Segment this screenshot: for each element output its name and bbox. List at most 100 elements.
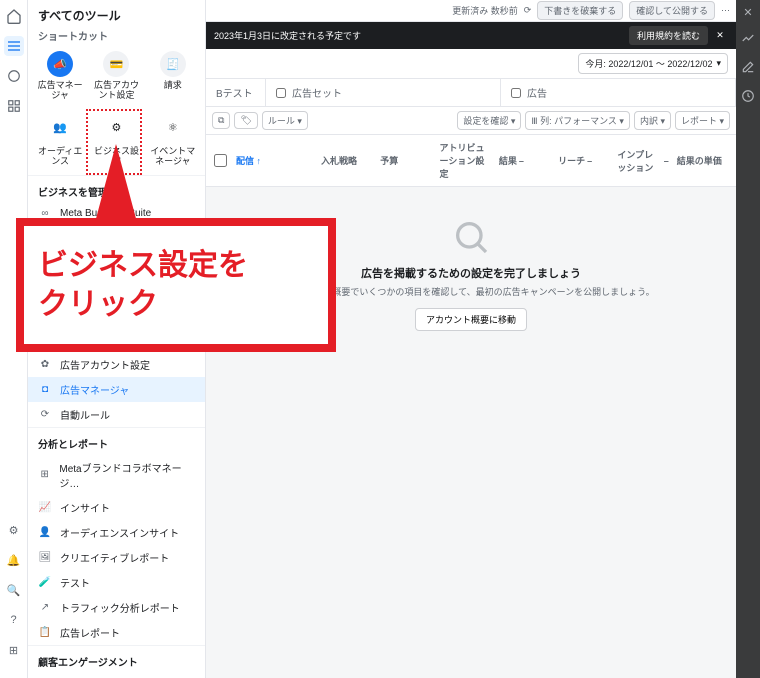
menu-item-icon: 🧪 — [38, 577, 52, 588]
menu-item-label: Metaブランドコラボマネージ… — [59, 460, 195, 490]
menu-item[interactable]: 🧪 テスト — [28, 570, 205, 595]
empty-subtitle: アカウント概要でいくつかの項目を確認して、最初の広告キャンペーンを公開しましょう… — [287, 285, 654, 298]
column-headers: 配信 ↑ 入札戦略 予算 アトリビューション設定 結果 – リーチ – インプレ… — [206, 135, 736, 187]
card-icon: 💳 — [103, 51, 129, 77]
menu-item[interactable]: ↗ トラフィック分析レポート — [28, 595, 205, 620]
section-head: 顧客エンゲージメント — [28, 645, 205, 673]
copy-button[interactable]: ⧉ — [212, 112, 230, 129]
menu-icon[interactable] — [4, 36, 24, 56]
home-icon[interactable] — [4, 6, 24, 26]
menu-item-label: テスト — [60, 575, 90, 590]
history-icon[interactable] — [741, 89, 755, 106]
bell-icon[interactable]: 🔔 — [4, 550, 24, 570]
shortcut-billing[interactable]: 🧾 請求 — [147, 51, 199, 101]
ad-checkbox[interactable] — [511, 88, 521, 98]
atom-icon: ⚛ — [156, 113, 190, 143]
menu-item-label: トラフィック分析レポート — [60, 600, 180, 615]
menu-item-icon: ⊞ — [38, 469, 51, 480]
chart-line-icon[interactable] — [741, 31, 755, 48]
menu-item[interactable]: 👤 オーディエンスインサイト — [28, 520, 205, 545]
menu-item-icon: 📋 — [38, 627, 52, 638]
menu-item[interactable]: ⟳ 自動ルール — [28, 402, 205, 427]
datebar: 今月: 2022/12/01 〜 2022/12/02 ▾ — [206, 49, 736, 79]
tab-abtest[interactable]: Bテスト — [206, 79, 266, 106]
menu-item-icon: 🖼 — [38, 552, 52, 563]
discard-draft-button[interactable]: 下書きを破棄する — [537, 1, 623, 20]
col-attribution[interactable]: アトリビューション設定 — [436, 141, 495, 180]
receipt-icon: 🧾 — [160, 51, 186, 77]
menu-item[interactable]: ◘ 広告マネージャ — [28, 377, 205, 402]
menu-item-label: インサイト — [60, 500, 110, 515]
date-range-dropdown[interactable]: 今月: 2022/12/01 〜 2022/12/02 ▾ — [578, 53, 728, 74]
status-text: 更新済み 数秒前 — [452, 4, 518, 17]
comment-icon[interactable] — [4, 66, 24, 86]
col-impressions[interactable]: インプレッション – — [613, 141, 672, 180]
callout-pointer — [94, 144, 138, 226]
select-all-checkbox[interactable] — [214, 154, 227, 167]
close-panel-icon[interactable]: ✕ — [743, 6, 752, 19]
shortcut-label: ショートカット — [28, 28, 205, 49]
menu-item-label: 広告レポート — [60, 625, 120, 640]
menu-item-icon: ◘ — [38, 384, 52, 395]
columns-dropdown[interactable]: Ⅲ 列: パフォーマンス ▾ — [525, 111, 630, 130]
notice-banner: 2023年1月3日に改定される予定です 利用規約を読む ✕ — [206, 22, 736, 49]
col-cost[interactable]: 結果の単価 — [673, 141, 732, 180]
menu-item[interactable]: ⊞ Metaブランドコラボマネージ… — [28, 455, 205, 495]
menu-item[interactable]: 📋 広告レポート — [28, 620, 205, 645]
tab-adset[interactable]: 広告セット — [266, 79, 501, 106]
menu-item-label: 自動ルール — [60, 407, 110, 422]
menu-item-icon: 📈 — [38, 502, 52, 513]
go-account-overview-button[interactable]: アカウント概要に移動 — [415, 308, 527, 331]
more-icon[interactable]: ⋯ — [721, 5, 730, 16]
close-icon[interactable]: ✕ — [712, 28, 728, 44]
empty-title: 広告を掲載するための設定を完了しましょう — [361, 265, 581, 281]
shortcut-ads-manager[interactable]: 📣 広告マネージャ — [34, 51, 86, 101]
settings-icon[interactable]: ⚙ — [4, 520, 24, 540]
menu-item-icon: ⟳ — [38, 409, 52, 420]
menu-item[interactable]: 📈 インサイト — [28, 495, 205, 520]
menu-item-label: オーディエンスインサイト — [60, 525, 179, 540]
adset-checkbox[interactable] — [276, 88, 286, 98]
shortcuts-row-1: 📣 広告マネージャ 💳 広告アカウント設定 🧾 請求 — [28, 49, 205, 109]
col-delivery[interactable]: 配信 ↑ — [232, 141, 317, 180]
col-budget[interactable]: 予算 — [376, 141, 435, 180]
menu-item-icon: 👤 — [38, 527, 52, 538]
gear-icon: ⚙ — [99, 113, 133, 143]
menu-item-label: 広告マネージャ — [60, 382, 129, 397]
search-large-icon — [451, 217, 491, 257]
menu-item-label: クリエイティブレポート — [60, 550, 169, 565]
menu-item[interactable]: 🖼 クリエイティブレポート — [28, 545, 205, 570]
col-results[interactable]: 結果 – — [495, 141, 554, 180]
shortcut-audiences[interactable]: 👥 オーディエンス — [34, 113, 86, 167]
edit-icon[interactable] — [741, 60, 755, 77]
review-dropdown[interactable]: 設定を確認 ▾ — [457, 111, 521, 130]
review-publish-button[interactable]: 確認して公開する — [629, 1, 715, 20]
breakdown-dropdown[interactable]: 内訳 ▾ — [634, 111, 671, 130]
users-icon: 👥 — [43, 113, 77, 143]
notice-text: 2023年1月3日に改定される予定です — [214, 29, 361, 42]
rules-dropdown[interactable]: ルール ▾ — [262, 111, 308, 130]
section-head: 分析とレポート — [28, 427, 205, 455]
overflow-icon[interactable]: ⊞ — [4, 640, 24, 660]
col-reach[interactable]: リーチ – — [554, 141, 613, 180]
tag-button[interactable]: 🏷 — [234, 112, 257, 129]
refresh-icon[interactable]: ⟳ — [524, 5, 532, 16]
toolbar: ⧉ 🏷 ルール ▾ 設定を確認 ▾ Ⅲ 列: パフォーマンス ▾ 内訳 ▾ レポ… — [206, 107, 736, 135]
report-dropdown[interactable]: レポート ▾ — [675, 111, 730, 130]
menu-item-icon: ✿ — [38, 359, 52, 370]
tabs: Bテスト 広告セット 広告 — [206, 79, 736, 107]
shortcut-account-settings[interactable]: 💳 広告アカウント設定 — [90, 51, 142, 101]
col-bid[interactable]: 入札戦略 — [317, 141, 376, 180]
search-icon[interactable]: 🔍 — [4, 580, 24, 600]
shortcut-event-manager[interactable]: ⚛ イベントマネージャ — [147, 113, 199, 167]
notice-read-button[interactable]: 利用規約を読む — [629, 26, 708, 45]
grid-icon[interactable] — [4, 96, 24, 116]
menu-item[interactable]: ✿広告アカウント設定 — [28, 352, 205, 377]
menu-item-icon: ↗ — [38, 602, 52, 613]
megaphone-icon: 📣 — [47, 51, 73, 77]
tab-ad[interactable]: 広告 — [501, 79, 736, 106]
menu-item-icon: ∞ — [38, 208, 52, 219]
topbar: 更新済み 数秒前 ⟳ 下書きを破棄する 確認して公開する ⋯ — [206, 0, 736, 22]
right-strip: ✕ — [736, 0, 760, 678]
help-icon[interactable]: ? — [4, 610, 24, 630]
